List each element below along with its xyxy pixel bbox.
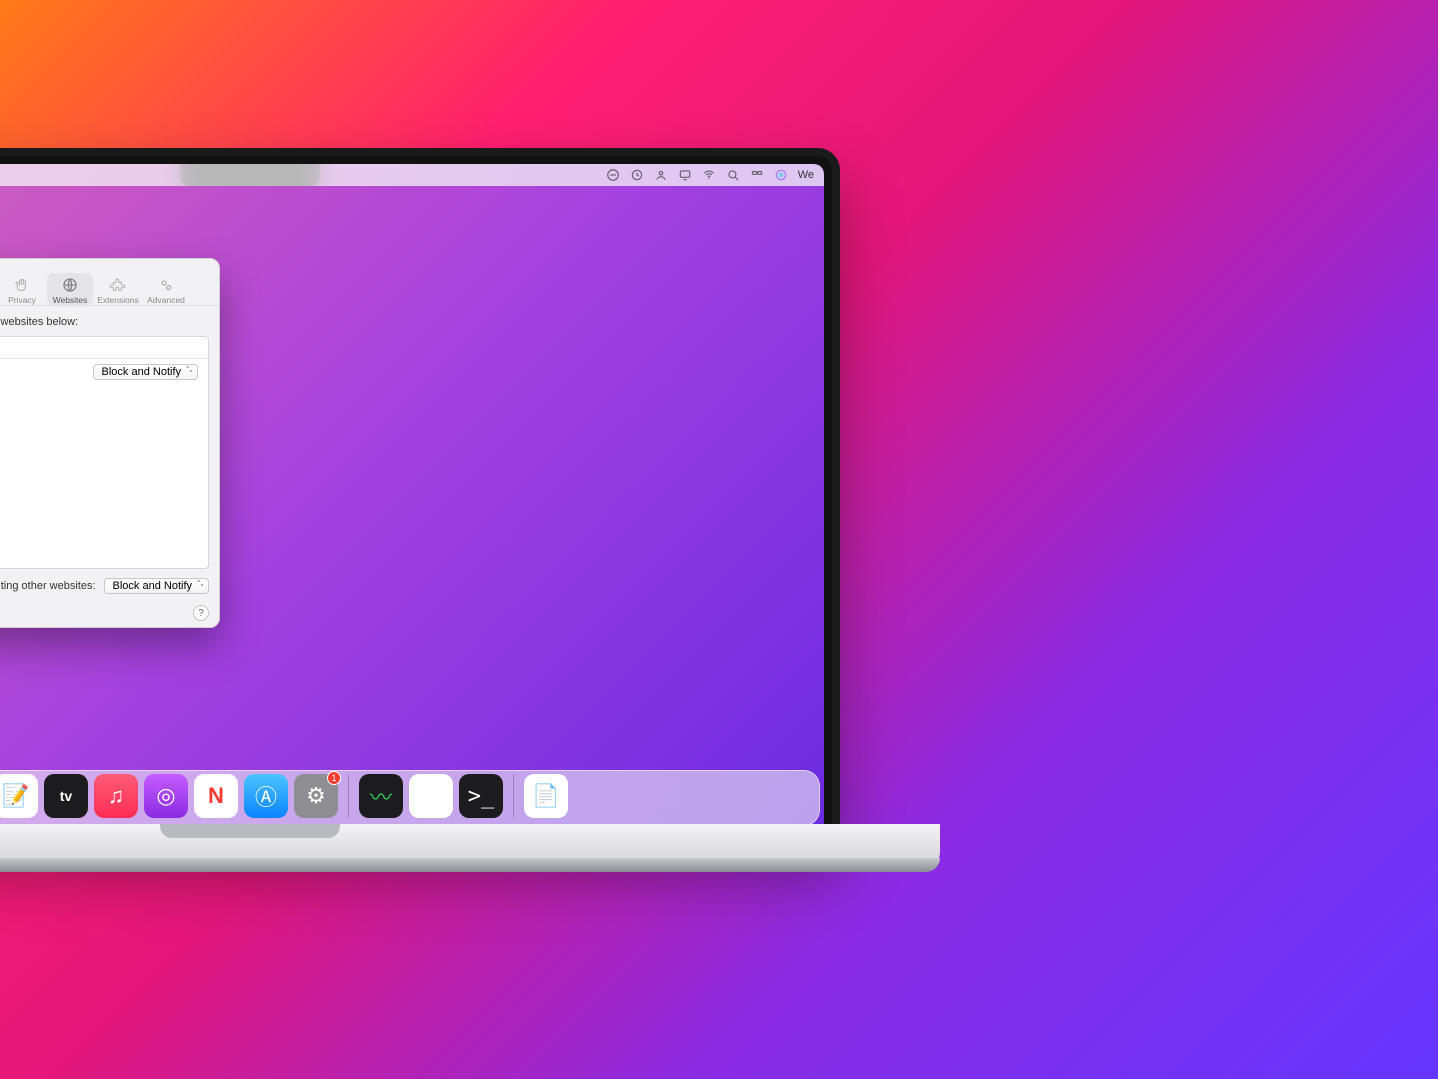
laptop-bezel: elp We Websites [0, 148, 840, 848]
window-title: Websites [0, 259, 211, 271]
apple-tv-icon: tv [60, 788, 72, 804]
dock-app-tv[interactable]: tv [44, 774, 88, 818]
dock-app-textedit[interactable]: 📄 [524, 774, 568, 818]
column-header: Configured Websites [0, 337, 208, 359]
dock-app-app-store[interactable]: Ⓐ [244, 774, 288, 818]
user-icon[interactable] [654, 168, 668, 182]
preview-icon: 🖼 [417, 783, 445, 809]
configured-websites-box: Configured Websites w webroot.com Block … [0, 336, 209, 569]
wifi-icon[interactable] [702, 168, 716, 182]
tab-extensions[interactable]: Extensions [95, 273, 141, 305]
siri-icon[interactable] [774, 168, 788, 182]
tab-label: Websites [53, 295, 88, 305]
update-badge: 1 [327, 771, 341, 785]
hand-icon [14, 277, 30, 293]
help-button[interactable]: ? [193, 605, 209, 621]
tab-label: Advanced [147, 295, 185, 305]
news-icon: N [208, 783, 224, 809]
document-icon: 📄 [532, 783, 559, 809]
dock-separator [513, 774, 514, 818]
control-center-icon[interactable] [750, 168, 764, 182]
website-permission-dropdown[interactable]: Block and Notify [93, 364, 198, 380]
dock-app-podcasts[interactable]: ◎ [144, 774, 188, 818]
time-machine-icon[interactable] [630, 168, 644, 182]
dock-app-news[interactable]: N [194, 774, 238, 818]
tab-privacy[interactable]: Privacy [0, 273, 45, 305]
tab-advanced[interactable]: Advanced [143, 273, 189, 305]
laptop-base [0, 824, 940, 872]
dock-app-preview[interactable]: 🖼 [409, 774, 453, 818]
website-row[interactable]: w webroot.com Block and Notify [0, 359, 208, 385]
window-titlebar: Websites [0, 259, 219, 271]
safari-preferences-window: Websites General Tabs AutoFill Passwords… [0, 258, 220, 628]
other-websites-dropdown[interactable]: Block and Notify [104, 578, 209, 594]
tab-label: Extensions [97, 295, 139, 305]
notes-icon: 📝 [2, 783, 29, 809]
app-store-icon: Ⓐ [255, 780, 277, 812]
puzzle-icon [110, 277, 126, 293]
display-icon[interactable] [678, 168, 692, 182]
dock-app-terminal[interactable]: >_ [459, 774, 503, 818]
waveform-icon: 〰 [370, 780, 392, 812]
dock-separator [348, 774, 349, 818]
globe-icon [62, 277, 78, 293]
dropdown-value: Block and Notify [102, 366, 181, 378]
podcast-icon: ◎ [156, 783, 175, 809]
tab-label: Privacy [8, 295, 36, 305]
preferences-main-pane: Allow pop-up windows on the websites bel… [0, 316, 209, 595]
music-note-icon: ♫ [108, 783, 125, 809]
macos-menubar: elp We [0, 164, 824, 186]
gears-icon [158, 277, 174, 293]
dock-app-music[interactable]: ♫ [94, 774, 138, 818]
tab-websites[interactable]: Websites [47, 273, 93, 305]
gear-icon: ⚙ [306, 783, 326, 809]
dock-app-activity-monitor[interactable]: 〰 [359, 774, 403, 818]
dock-app-notes[interactable]: 📝 [0, 774, 38, 818]
other-websites-label: When visiting other websites: [0, 580, 96, 592]
do-not-disturb-icon[interactable] [606, 168, 620, 182]
terminal-icon: >_ [468, 784, 495, 809]
pane-heading: Allow pop-up windows on the websites bel… [0, 316, 209, 328]
macos-dock: 📍 🌸 📹 MAR 15 👤 ☰ 📝 tv ♫ ◎ N Ⓐ ⚙ 1 [0, 766, 824, 826]
menubar-date[interactable]: We [798, 169, 814, 181]
laptop-screen: elp We Websites [0, 164, 824, 832]
search-icon[interactable] [726, 168, 740, 182]
dropdown-value: Block and Notify [113, 580, 192, 592]
preferences-tabbar: General Tabs AutoFill Passwords Search S… [0, 271, 219, 306]
